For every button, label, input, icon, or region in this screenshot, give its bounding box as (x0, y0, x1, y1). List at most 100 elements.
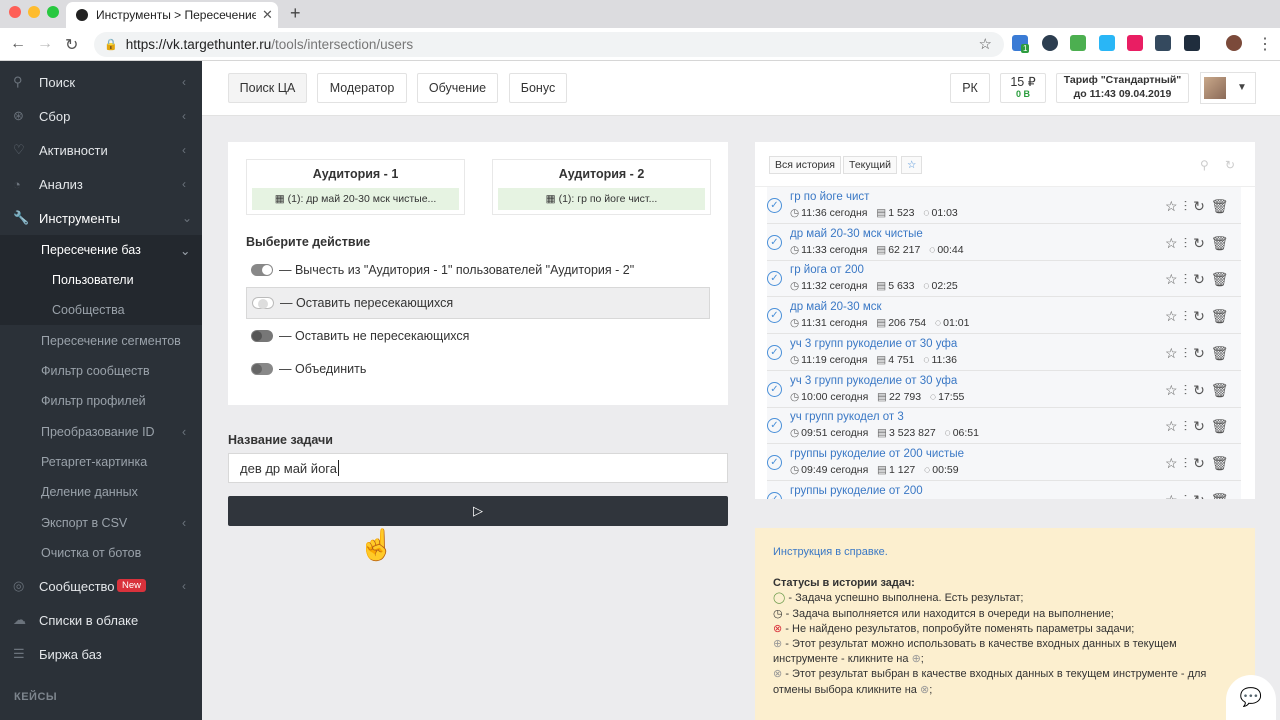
refresh-icon[interactable]: ↻ (1193, 345, 1211, 361)
star-icon[interactable]: ☆ (1165, 455, 1184, 471)
star-icon[interactable]: ☆ (1165, 271, 1184, 287)
sliders-icon[interactable]: ⫶ (1184, 455, 1194, 471)
user-avatar-menu[interactable]: ▼ (1200, 72, 1256, 104)
history-row[interactable]: ✓ гр йога от 200 ◷ 11:32 сегодня ▤ 5 633 ◌ 02… (767, 260, 1241, 298)
trash-icon[interactable]: 🗑 (1211, 198, 1235, 214)
bookmark-star-icon[interactable]: ☆ (979, 35, 992, 53)
history-row[interactable]: ✓ др май 20-30 мск чистые ◷ 11:33 сегодня ▤… (767, 224, 1241, 261)
learning-button[interactable]: Обучение (417, 73, 498, 103)
history-task-name[interactable]: уч 3 групп рукоделие от 30 уфа (790, 375, 957, 387)
tarif-widget[interactable]: Тариф "Стандартный" до 11:43 09.04.2019 (1056, 73, 1189, 103)
trash-icon[interactable]: 🗑 (1211, 455, 1235, 471)
download-icon[interactable] (1184, 35, 1200, 51)
star-icon[interactable]: ☆ (1165, 198, 1184, 214)
balance-widget[interactable]: 15 ₽ 0 В (1000, 73, 1046, 103)
history-task-name[interactable]: гр йога от 200 (790, 264, 864, 276)
refresh-icon[interactable]: ↻ (1193, 492, 1211, 499)
reload-icon[interactable]: ↻ (65, 35, 78, 55)
check-circle-icon[interactable]: ✓ (767, 381, 782, 397)
bonus-button[interactable]: Бонус (509, 73, 567, 103)
sidebar-sub-users[interactable]: Пользователи (0, 265, 202, 295)
browser-tab[interactable]: Инструменты > Пересечение ✕ (66, 2, 278, 28)
refresh-icon[interactable]: ↻ (1193, 418, 1211, 434)
refresh-icon[interactable]: ↻ (1225, 158, 1235, 172)
refresh-icon[interactable]: ↻ (1193, 271, 1211, 287)
profile-avatar-icon[interactable] (1226, 35, 1242, 51)
check-circle-icon[interactable]: ✓ (767, 308, 782, 324)
history-task-name[interactable]: уч 3 групп рукоделие от 30 уфа (790, 338, 957, 350)
star-icon[interactable]: ☆ (1165, 492, 1184, 499)
chat-bubble-icon[interactable]: 💬 (1226, 675, 1276, 720)
audience-2-value[interactable]: ▦ (1): гр по йоге чист... (498, 188, 705, 210)
sidebar-sub-retarget-image[interactable]: Ретаргет-картинка (0, 447, 202, 477)
trash-icon[interactable]: 🗑 (1211, 345, 1235, 361)
star-icon[interactable]: ☆ (1165, 308, 1184, 324)
tab-close-icon[interactable]: ✕ (262, 7, 273, 23)
sliders-icon[interactable]: ⫶ (1184, 235, 1194, 251)
history-task-name[interactable]: др май 20-30 мск (790, 301, 882, 313)
check-circle-icon[interactable]: ✓ (767, 454, 782, 470)
sidebar-item-analysis[interactable]: ◔ Анализ ‹ (0, 167, 202, 201)
history-row[interactable]: ✓ уч 3 групп рукоделие от 30 уфа ◷ 11:19 се… (767, 334, 1241, 371)
toggle-keep-intersecting[interactable] (252, 297, 274, 309)
toggle-keep-non-intersecting[interactable] (251, 330, 273, 342)
find-audience-button[interactable]: Поиск ЦА (228, 73, 307, 103)
history-row[interactable]: ✓группы рукоделие от 200◷ ▤ ◌☆⫶↻🗑 (767, 481, 1241, 499)
toggle-subtract[interactable] (251, 264, 273, 276)
forward-icon[interactable]: → (37, 35, 53, 53)
history-task-name[interactable]: группы рукоделие от 200 чистые (790, 448, 964, 460)
audience-1-box[interactable]: Аудитория - 1 ▦ (1): др май 20-30 мск чис… (246, 159, 465, 215)
history-row[interactable]: ✓ группы рукоделие от 200 чистые ◷ 09:49 се… (767, 444, 1241, 481)
sidebar-item-cloud-lists[interactable]: ☁ Списки в облаке (0, 603, 202, 637)
history-row[interactable]: ✓ уч 3 групп рукоделие от 30 уфа ◷ 10:00 се… (767, 371, 1241, 408)
url-field[interactable]: 🔒 https://vk.targethunter.ru/tools/inter… (94, 32, 1004, 57)
check-circle-icon[interactable]: ✓ (767, 418, 782, 434)
option-keep-intersecting[interactable]: — Оставить пересекающихся (246, 287, 710, 319)
tab-current[interactable]: Текущий (843, 156, 897, 174)
extension-icon[interactable] (1070, 35, 1086, 51)
download-icon[interactable] (1155, 35, 1171, 51)
close-window-icon[interactable] (9, 6, 21, 18)
maximize-window-icon[interactable] (47, 6, 59, 18)
sliders-icon[interactable]: ⫶ (1184, 382, 1194, 398)
sidebar-sub-communities[interactable]: Сообщества (0, 295, 202, 325)
sidebar-sub-intersection[interactable]: Пересечение баз ⌄ (0, 235, 202, 265)
trash-icon[interactable]: 🗑 (1211, 492, 1235, 499)
browser-menu-icon[interactable]: ⋮ (1257, 34, 1273, 54)
history-task-name[interactable]: гр по йоге чист (790, 191, 869, 203)
sidebar-item-search[interactable]: ⚲ Поиск ‹ (0, 65, 202, 99)
extension-icon[interactable] (1099, 35, 1115, 51)
history-row[interactable]: ✓ гр по йоге чист ◷ 11:36 сегодня ▤ 1 523 ◌ 0… (767, 187, 1241, 224)
task-name-input[interactable]: дев др май йога (228, 453, 728, 483)
check-circle-icon[interactable]: ✓ (767, 491, 782, 499)
check-circle-icon[interactable]: ✓ (767, 234, 782, 250)
option-keep-non-intersecting[interactable]: — Оставить не пересекающихся (246, 320, 710, 352)
sidebar-item-base-exchange[interactable]: ☰ Биржа баз (0, 637, 202, 671)
sliders-icon[interactable]: ⫶ (1184, 492, 1194, 499)
star-icon[interactable]: ☆ (1165, 345, 1184, 361)
audience-1-value[interactable]: ▦ (1): др май 20-30 мск чистые... (252, 188, 459, 210)
trash-icon[interactable]: 🗑 (1211, 271, 1235, 287)
sidebar-sub-profile-filter[interactable]: Фильтр профилей (0, 386, 202, 416)
trash-icon[interactable]: 🗑 (1211, 382, 1235, 398)
extension-icon[interactable] (1127, 35, 1143, 51)
search-icon[interactable]: ⚲ (1200, 158, 1209, 172)
audience-2-box[interactable]: Аудитория - 2 ▦ (1): гр по йоге чист... (492, 159, 711, 215)
sliders-icon[interactable]: ⫶ (1184, 271, 1194, 287)
sidebar-item-collect[interactable]: ⊛ Сбор ‹ (0, 99, 202, 133)
history-row[interactable]: ✓ др май 20-30 мск ◷ 11:31 сегодня ▤ 206 754… (767, 297, 1241, 335)
run-button[interactable]: ▷ (228, 496, 728, 526)
check-circle-icon[interactable]: ✓ (767, 198, 782, 213)
trash-icon[interactable]: 🗑 (1211, 418, 1235, 434)
refresh-icon[interactable]: ↻ (1193, 235, 1211, 251)
sidebar-sub-id-convert[interactable]: Преобразование ID ‹ (0, 417, 202, 447)
history-task-name[interactable]: др май 20-30 мск чистые (790, 228, 923, 240)
sliders-icon[interactable]: ⫶ (1184, 198, 1194, 214)
sidebar-sub-segments[interactable]: Пересечение сегментов (0, 326, 202, 356)
trash-icon[interactable]: 🗑 (1211, 308, 1235, 324)
star-icon[interactable]: ☆ (1165, 418, 1184, 434)
trash-icon[interactable]: 🗑 (1211, 235, 1235, 251)
sidebar-sub-export-csv[interactable]: Экспорт в CSV ‹ (0, 508, 202, 538)
rk-button[interactable]: РК (950, 73, 990, 103)
star-icon[interactable]: ☆ (1165, 382, 1184, 398)
